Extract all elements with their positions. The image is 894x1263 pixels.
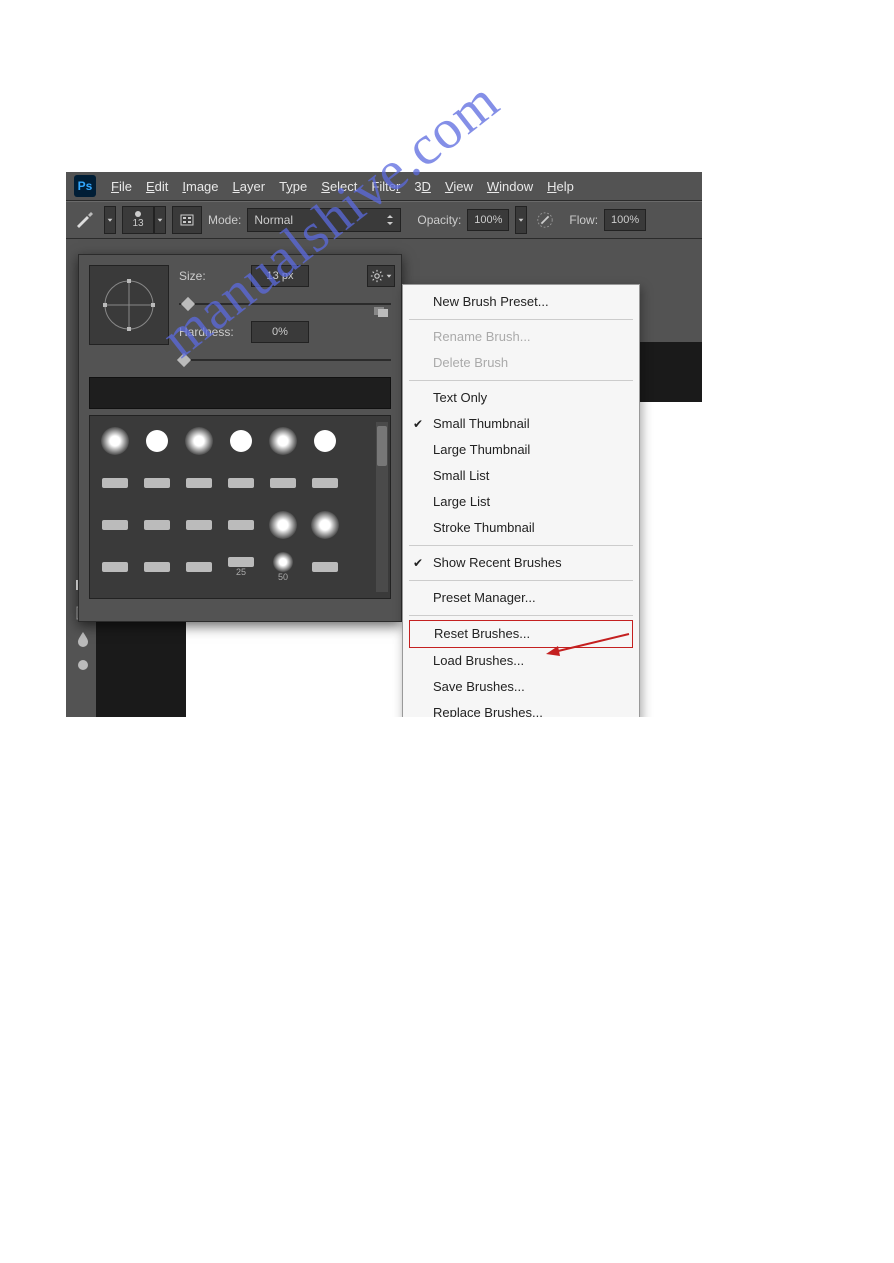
brush-thumb[interactable]: [306, 464, 344, 502]
brush-grid-scrollbar[interactable]: [376, 422, 388, 592]
brush-preset-picker[interactable]: 13: [122, 206, 154, 234]
menu-separator: [409, 380, 633, 381]
brush-thumb[interactable]: [180, 548, 218, 586]
brush-thumb[interactable]: [264, 422, 302, 460]
brush-panel-toggle[interactable]: [172, 206, 202, 234]
brush-thumb[interactable]: [96, 548, 134, 586]
brush-thumb[interactable]: 50: [264, 548, 302, 586]
menu-replace-brushes[interactable]: Replace Brushes...: [403, 700, 639, 717]
brush-grid: 25 50: [89, 415, 391, 599]
menu-layer[interactable]: Layer: [226, 179, 273, 194]
menu-load-brushes[interactable]: Load Brushes...: [403, 648, 639, 674]
menu-separator: [409, 580, 633, 581]
menu-3d[interactable]: 3D: [407, 179, 438, 194]
opacity-caret[interactable]: [515, 206, 527, 234]
menubar: Ps File Edit Image Layer Type Select Fil…: [66, 172, 702, 201]
brush-thumb[interactable]: [138, 506, 176, 544]
panel-gear-button[interactable]: [367, 265, 395, 287]
menu-help[interactable]: Help: [540, 179, 581, 194]
options-bar: 13 Mode: Normal Opacity: 100% F: [66, 201, 702, 239]
tool-preset-caret[interactable]: [104, 206, 116, 234]
menu-separator: [409, 319, 633, 320]
brush-thumb[interactable]: [222, 464, 260, 502]
brush-thumb[interactable]: [138, 464, 176, 502]
menu-large-thumbnail[interactable]: Large Thumbnail: [403, 437, 639, 463]
size-field[interactable]: 13 px: [251, 265, 309, 287]
flow-label: Flow:: [569, 213, 598, 227]
menu-separator: [409, 615, 633, 616]
brush-preset-caret[interactable]: [154, 206, 166, 234]
brush-thumb[interactable]: [180, 422, 218, 460]
brush-size-label: 13: [132, 218, 143, 229]
menu-large-list[interactable]: Large List: [403, 489, 639, 515]
mode-value: Normal: [254, 213, 293, 227]
menu-text-only[interactable]: Text Only: [403, 385, 639, 411]
menu-rename-brush: Rename Brush...: [403, 324, 639, 350]
brush-thumb[interactable]: [264, 506, 302, 544]
menu-small-list[interactable]: Small List: [403, 463, 639, 489]
menu-separator: [409, 545, 633, 546]
pressure-opacity-icon[interactable]: [533, 208, 557, 232]
brush-thumb[interactable]: [180, 464, 218, 502]
menu-type[interactable]: Type: [272, 179, 314, 194]
mode-select[interactable]: Normal: [247, 208, 401, 232]
menu-window[interactable]: Window: [480, 179, 540, 194]
brush-tip-preview[interactable]: [89, 265, 169, 345]
brush-thumb[interactable]: [138, 422, 176, 460]
brush-thumb[interactable]: [180, 506, 218, 544]
menu-file[interactable]: File: [104, 179, 139, 194]
menu-save-brushes[interactable]: Save Brushes...: [403, 674, 639, 700]
brush-thumb[interactable]: [306, 506, 344, 544]
hardness-label: Hardness:: [179, 325, 241, 339]
brush-thumb[interactable]: 25: [222, 548, 260, 586]
menu-filter[interactable]: Filter: [364, 179, 407, 194]
brush-thumb[interactable]: [96, 506, 134, 544]
brush-thumb[interactable]: [222, 422, 260, 460]
brush-thumb[interactable]: [264, 464, 302, 502]
flow-field[interactable]: 100%: [604, 209, 646, 231]
brush-thumb-size: 50: [278, 572, 288, 582]
brush-thumb[interactable]: [96, 464, 134, 502]
mode-label: Mode:: [208, 213, 241, 227]
brush-thumb[interactable]: [138, 548, 176, 586]
ps-logo: Ps: [74, 175, 96, 197]
hardness-slider[interactable]: [179, 353, 391, 367]
menu-edit[interactable]: Edit: [139, 179, 175, 194]
brush-settings-menu: New Brush Preset... Rename Brush... Dele…: [402, 284, 640, 717]
photoshop-window: Ps File Edit Image Layer Type Select Fil…: [66, 172, 702, 717]
menu-reset-brushes[interactable]: Reset Brushes...: [409, 620, 633, 648]
menu-view[interactable]: View: [438, 179, 480, 194]
hardness-field[interactable]: 0%: [251, 321, 309, 343]
brush-search-bar[interactable]: [89, 377, 391, 409]
brush-thumb[interactable]: [306, 548, 344, 586]
brush-tool-icon[interactable]: [72, 207, 98, 233]
menu-image[interactable]: Image: [175, 179, 225, 194]
menu-show-recent-brushes[interactable]: Show Recent Brushes: [403, 550, 639, 576]
brush-thumb[interactable]: [306, 422, 344, 460]
opacity-field[interactable]: 100%: [467, 209, 509, 231]
menu-stroke-thumbnail[interactable]: Stroke Thumbnail: [403, 515, 639, 541]
circle-tool-icon[interactable]: [73, 655, 93, 675]
brush-preset-panel: Size: 13 px Hardness: 0%: [78, 254, 402, 622]
brush-thumb[interactable]: [96, 422, 134, 460]
brush-thumb-size: 25: [236, 567, 246, 577]
size-label: Size:: [179, 269, 241, 283]
brush-thumb[interactable]: [222, 506, 260, 544]
menu-preset-manager[interactable]: Preset Manager...: [403, 585, 639, 611]
menu-small-thumbnail[interactable]: Small Thumbnail: [403, 411, 639, 437]
menu-delete-brush: Delete Brush: [403, 350, 639, 376]
size-slider[interactable]: [179, 297, 391, 311]
menu-new-brush-preset[interactable]: New Brush Preset...: [403, 289, 639, 315]
drop-icon[interactable]: [73, 629, 93, 649]
menu-select[interactable]: Select: [314, 179, 364, 194]
opacity-label: Opacity:: [417, 213, 461, 227]
